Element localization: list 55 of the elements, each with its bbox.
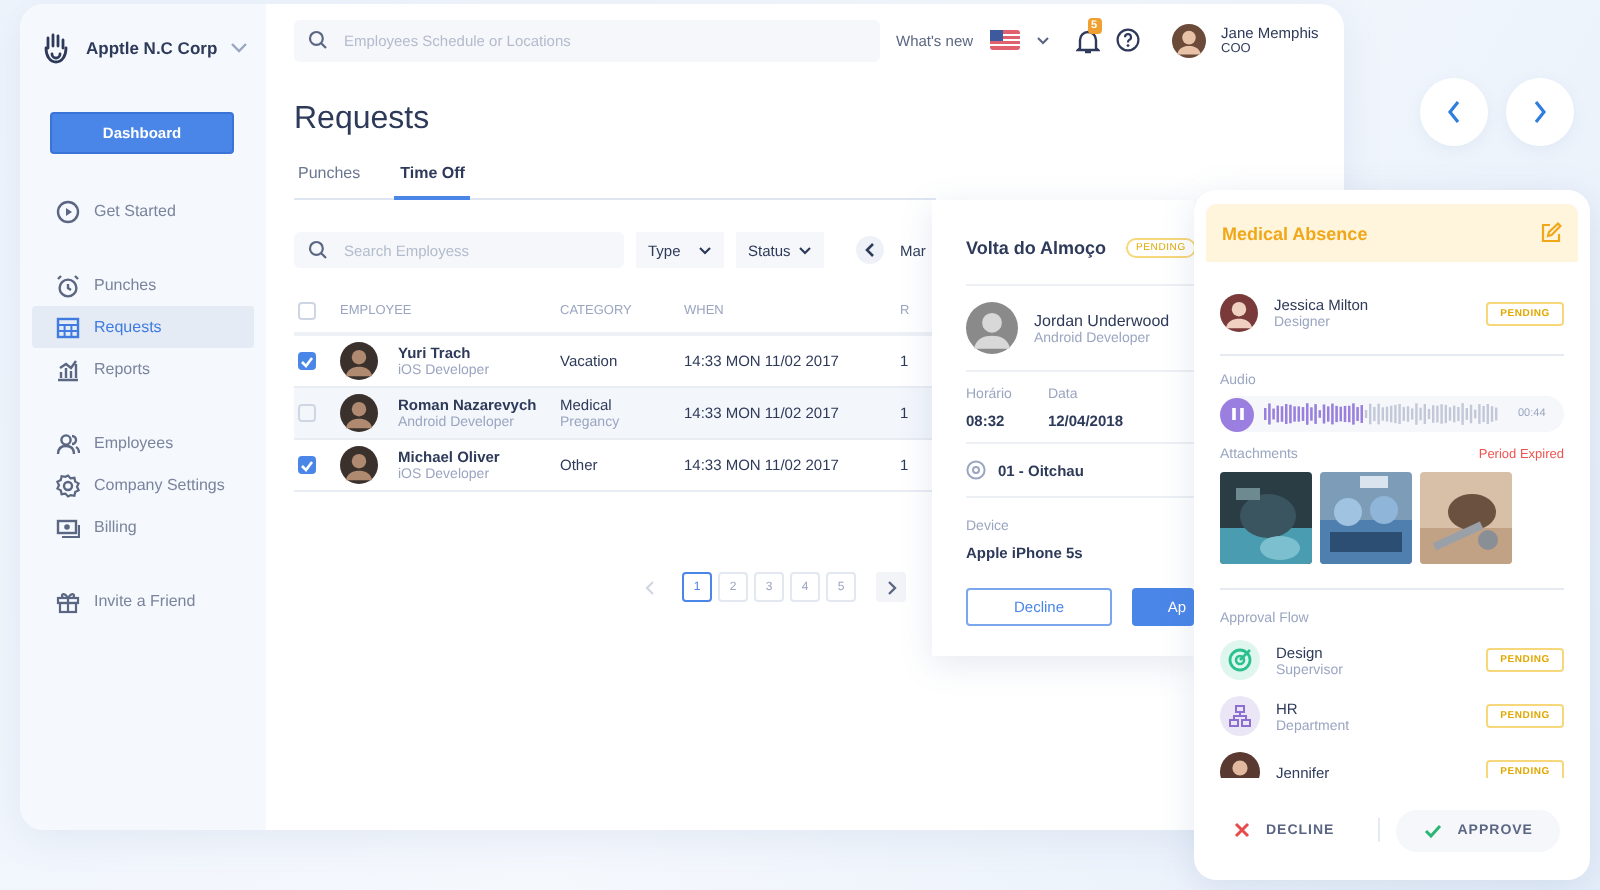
previous-button[interactable]	[856, 236, 884, 264]
calendar-icon	[56, 315, 80, 339]
gift-icon	[56, 589, 80, 613]
nav-item[interactable]: Billing	[32, 506, 254, 548]
nav-item[interactable]: Get Started	[32, 190, 254, 232]
nav-item[interactable]: Employees	[32, 422, 254, 464]
search-icon	[308, 240, 328, 260]
chevron-down-icon[interactable]	[1035, 35, 1050, 45]
avatar	[340, 446, 378, 484]
chart-icon	[56, 357, 80, 381]
avatar	[340, 342, 378, 380]
play-icon	[56, 199, 80, 223]
flag-icon[interactable]	[989, 30, 1020, 50]
help-icon[interactable]	[1115, 28, 1140, 52]
chevron-left-icon	[1446, 100, 1462, 124]
search-icon	[308, 30, 328, 50]
waveform-drawing[interactable]	[1264, 400, 1500, 428]
chevron-down-icon	[798, 245, 812, 255]
checkbox[interactable]	[298, 352, 316, 370]
company-name: Apptle N.C Corp	[86, 38, 214, 58]
chevron-right-icon	[885, 579, 897, 595]
nav-item[interactable]: Reports	[32, 348, 254, 390]
avatar	[966, 302, 1018, 354]
avatar[interactable]	[1171, 23, 1206, 57]
nav-item[interactable]: Invite a Friend	[32, 580, 254, 622]
tab[interactable]: Time Off	[394, 164, 471, 200]
chevron-down-icon	[698, 245, 712, 255]
nav-item[interactable]: Requests	[32, 306, 254, 348]
page-title: Requests	[294, 102, 432, 138]
chevron-right-icon	[1532, 100, 1548, 124]
checkmark-icon	[1423, 823, 1442, 837]
close-icon	[1234, 822, 1250, 838]
tab[interactable]: Punches	[298, 164, 367, 200]
person-name: Jordan Underwood	[1034, 311, 1170, 329]
bell-icon[interactable]	[1075, 27, 1100, 53]
alarm-clock-icon	[56, 273, 80, 297]
hierarchy-icon	[1220, 696, 1260, 736]
nav-item[interactable]: Company Settings	[32, 464, 254, 506]
pause-button[interactable]	[1220, 397, 1254, 431]
next-page-button[interactable]	[876, 572, 906, 602]
avatar	[1220, 294, 1258, 332]
people-icon	[56, 431, 80, 455]
target-icon	[1220, 640, 1260, 680]
checkbox[interactable]	[298, 456, 316, 474]
pause-icon	[1229, 406, 1245, 422]
chevron-left-icon	[864, 242, 876, 258]
location-icon	[966, 460, 986, 480]
edit-icon[interactable]	[1540, 222, 1562, 244]
avatar	[340, 394, 378, 432]
card-title: Medical Absence	[1222, 223, 1368, 243]
settings-icon	[56, 473, 80, 497]
money-icon	[56, 515, 80, 539]
card-title: Volta do Almoço	[966, 238, 1107, 258]
nav-item[interactable]: Punches	[32, 264, 254, 306]
logo-icon	[42, 32, 70, 64]
